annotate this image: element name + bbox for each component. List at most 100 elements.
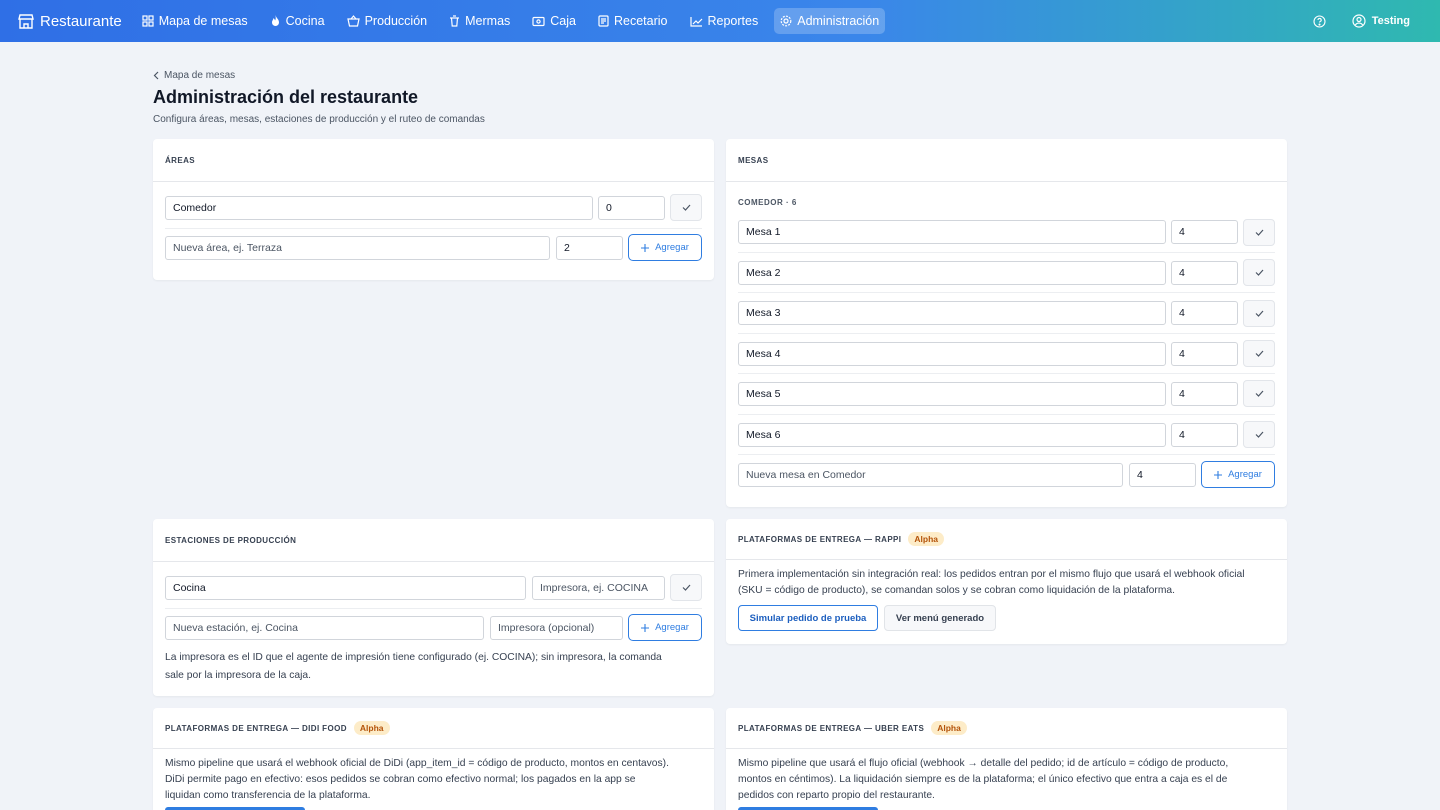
uber-description: Mismo pipeline que usará el flujo oficia…	[738, 756, 1283, 804]
breadcrumb-label: Mapa de mesas	[164, 70, 236, 81]
new-area-input[interactable]: Nueva área, ej. Terraza	[165, 236, 550, 260]
area-order-field[interactable]: 0	[598, 196, 665, 220]
save-table-button[interactable]	[1243, 300, 1275, 327]
divider	[738, 252, 1275, 253]
description-line: Mismo pipeline que usará el webhook ofic…	[165, 758, 669, 769]
nav-item-produccion[interactable]: Producción	[341, 8, 434, 34]
table-seats-field[interactable]: 4	[1171, 423, 1238, 447]
table-name-field[interactable]: Mesa 3	[738, 301, 1166, 325]
user-icon	[1352, 14, 1366, 28]
save-station-button[interactable]	[670, 574, 702, 601]
brand[interactable]: Restaurante	[18, 13, 122, 30]
table-seats-field[interactable]: 4	[1171, 301, 1238, 325]
area-name-field[interactable]: Comedor	[165, 196, 593, 220]
help-icon	[1313, 14, 1326, 28]
rappi-description: Primera implementación sin integración r…	[738, 567, 1283, 599]
new-area-order-input[interactable]: 2	[556, 236, 623, 260]
nav-item-caja[interactable]: Caja	[526, 8, 582, 34]
rappi-card-header: PLATAFORMAS DE ENTREGA — RAPPI Alpha	[726, 519, 1287, 560]
station-printer-field[interactable]: Impresora, ej. COCINA	[532, 576, 665, 600]
nav-item-recetario[interactable]: Recetario	[592, 8, 674, 34]
check-icon	[682, 204, 690, 211]
save-area-button[interactable]	[670, 194, 702, 221]
save-table-button[interactable]	[1243, 380, 1275, 407]
user-menu[interactable]: Testing	[1352, 14, 1410, 28]
alpha-badge: Alpha	[353, 721, 390, 735]
table-name-field[interactable]: Mesa 1	[738, 220, 1166, 244]
check-icon	[1255, 431, 1263, 438]
check-icon	[1255, 229, 1263, 236]
breadcrumb[interactable]: Mapa de mesas	[153, 70, 235, 81]
mesas-card-title: MESAS	[726, 139, 1287, 182]
nav-label: Caja	[550, 14, 576, 28]
view-menu-button[interactable]: Ver menú generado	[884, 605, 996, 631]
nav-label: Cocina	[285, 14, 325, 28]
table-name-field[interactable]: Mesa 6	[738, 423, 1166, 447]
check-icon	[682, 584, 690, 591]
nav-item-mermas[interactable]: Mermas	[443, 8, 516, 34]
save-table-button[interactable]	[1243, 340, 1275, 367]
table-seats-field[interactable]: 4	[1171, 382, 1238, 406]
didi-card: PLATAFORMAS DE ENTREGA — DIDI FOOD Alpha…	[153, 708, 714, 810]
uber-eats-card: PLATAFORMAS DE ENTREGA — UBER EATS Alpha…	[726, 708, 1287, 810]
nav-item-mapa-de-mesas[interactable]: Mapa de mesas	[136, 8, 254, 34]
new-station-input[interactable]: Nueva estación, ej. Cocina	[165, 616, 484, 640]
description-line: Mismo pipeline que usará el flujo oficia…	[738, 758, 1229, 769]
flame-icon	[271, 15, 279, 26]
help-button[interactable]	[1313, 14, 1326, 28]
trash-icon	[450, 15, 460, 27]
add-table-button[interactable]: Agregar	[1201, 461, 1275, 488]
add-area-button[interactable]: Agregar	[628, 234, 702, 261]
divider	[165, 228, 702, 229]
area-group-label: COMEDOR · 6	[738, 198, 797, 207]
grid-icon	[142, 15, 154, 27]
new-table-input[interactable]: Nueva mesa en Comedor	[738, 463, 1123, 487]
description-line: pedidos con reparto propio del restauran…	[738, 790, 935, 801]
nav-item-administracion[interactable]: Administración	[774, 8, 886, 34]
add-station-button[interactable]: Agregar	[628, 614, 702, 641]
cash-icon	[532, 16, 545, 26]
chart-icon	[689, 16, 702, 27]
areas-card: ÁREAS Comedor 0 Nueva área, ej. Terraza …	[153, 139, 714, 280]
save-table-button[interactable]	[1243, 259, 1275, 286]
description-line: montos en céntimos). La liquidación siem…	[738, 774, 1228, 785]
plus-icon	[1214, 470, 1223, 479]
table-name-field[interactable]: Mesa 2	[738, 261, 1166, 285]
new-table-seats-input[interactable]: 4	[1129, 463, 1196, 487]
table-seats-field[interactable]: 4	[1171, 220, 1238, 244]
chevron-left-icon	[153, 71, 159, 80]
alpha-badge: Alpha	[908, 532, 945, 546]
save-table-button[interactable]	[1243, 421, 1275, 448]
didi-card-title: PLATAFORMAS DE ENTREGA — DIDI FOOD	[165, 723, 347, 733]
rappi-card-title: PLATAFORMAS DE ENTREGA — RAPPI	[738, 534, 902, 544]
top-nav-bar: Restaurante Mapa de mesas Cocina Producc…	[0, 0, 1440, 42]
save-table-button[interactable]	[1243, 219, 1275, 246]
user-name: Testing	[1371, 15, 1410, 27]
stations-help-text: La impresora es el ID que el agente de i…	[165, 650, 705, 684]
description-line: (SKU = código de producto), se comandan …	[738, 585, 1176, 596]
divider	[738, 292, 1275, 293]
new-station-printer-input[interactable]: Impresora (opcional)	[490, 616, 623, 640]
store-icon	[18, 13, 34, 29]
didi-card-header: PLATAFORMAS DE ENTREGA — DIDI FOOD Alpha	[153, 708, 714, 749]
table-seats-field[interactable]: 4	[1171, 261, 1238, 285]
station-name-field[interactable]: Cocina	[165, 576, 526, 600]
main-nav: Mapa de mesas Cocina Producción Mermas C…	[136, 0, 896, 42]
table-name-field[interactable]: Mesa 4	[738, 342, 1166, 366]
uber-card-title: PLATAFORMAS DE ENTREGA — UBER EATS	[738, 723, 925, 733]
check-icon	[1255, 310, 1263, 317]
plus-icon	[641, 243, 650, 252]
nav-label: Mermas	[465, 14, 511, 28]
top-right-tools: Testing	[1313, 0, 1410, 42]
nav-label: Mapa de mesas	[158, 14, 248, 28]
table-name-field[interactable]: Mesa 5	[738, 382, 1166, 406]
table-seats-field[interactable]: 4	[1171, 342, 1238, 366]
gear-icon	[780, 15, 792, 27]
uber-card-header: PLATAFORMAS DE ENTREGA — UBER EATS Alpha	[726, 708, 1287, 749]
nav-label: Reportes	[707, 14, 759, 28]
didi-description: Mismo pipeline que usará el webhook ofic…	[165, 756, 710, 804]
nav-item-reportes[interactable]: Reportes	[684, 8, 765, 34]
divider	[738, 373, 1275, 374]
nav-item-cocina[interactable]: Cocina	[264, 8, 331, 34]
simulate-order-button[interactable]: Simular pedido de prueba	[738, 605, 878, 631]
